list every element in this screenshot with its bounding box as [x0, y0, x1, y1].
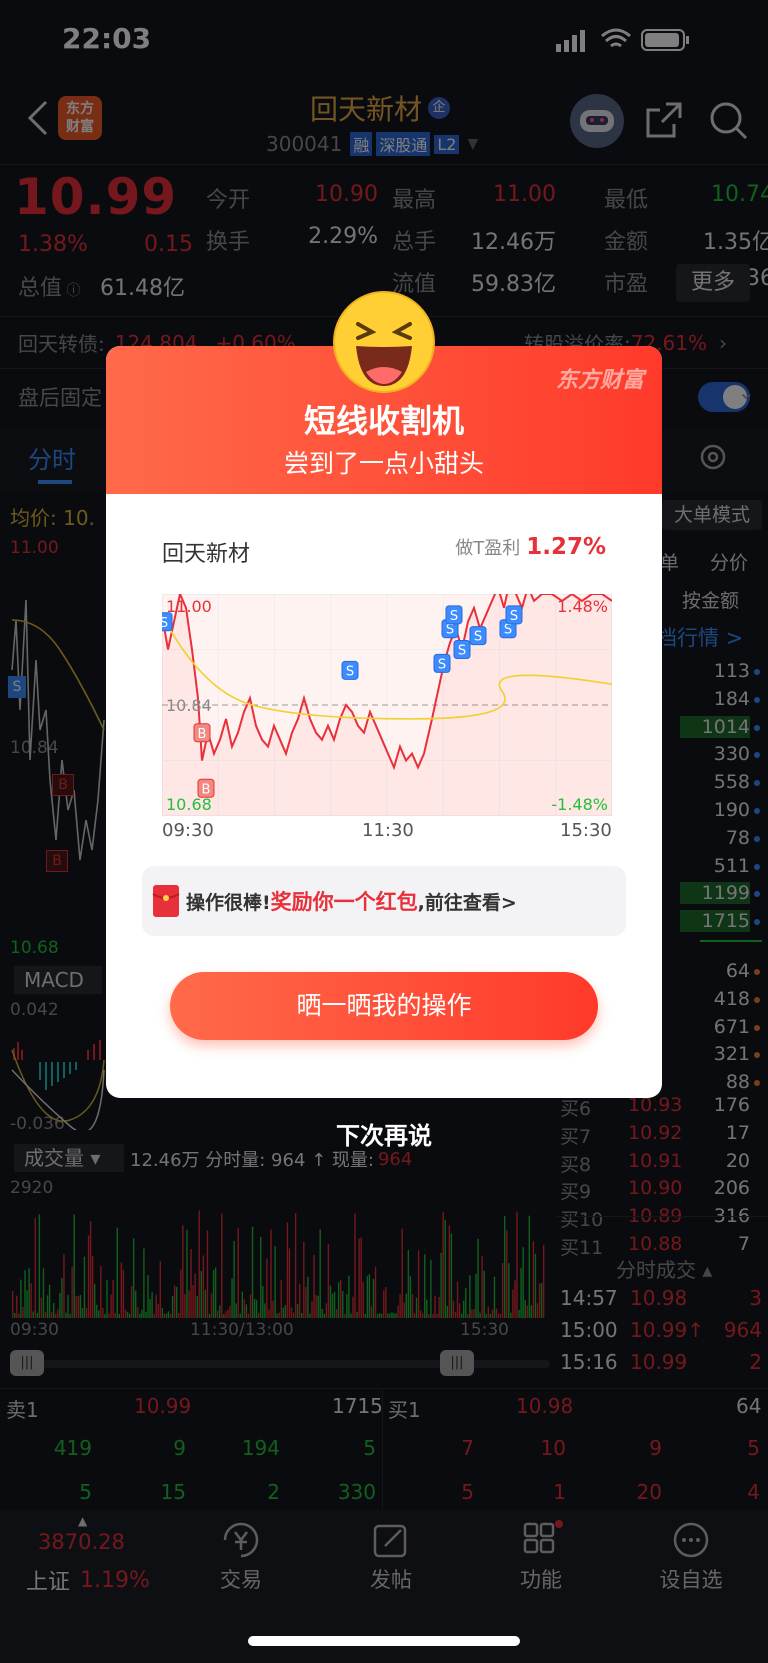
sell-marker: S — [505, 605, 523, 625]
banner-text-post: ,前往查看> — [417, 891, 517, 914]
buy-marker: B — [193, 723, 211, 743]
chart-axis-label: 11.00 — [166, 597, 212, 616]
laughing-emoji-icon — [333, 291, 435, 393]
modal-intraday-chart: SBBS SSSSS SS11.0010.8410.681.48%-1.48% — [162, 594, 612, 816]
svg-text:S: S — [510, 609, 518, 624]
sell-marker: S — [445, 605, 463, 625]
modal-subtitle: 尝到了一点小甜头 — [283, 449, 484, 478]
svg-text:B: B — [198, 727, 207, 742]
chart-axis-label: 10.84 — [166, 696, 212, 715]
achievement-modal: 东方财富 短线收割机 尝到了一点小甜头 回天新材 做T盈利 1.27% SBBS… — [106, 346, 662, 1098]
dismiss-later-button[interactable]: 下次再说 — [0, 1116, 768, 1151]
svg-text:S: S — [346, 664, 354, 679]
svg-text:S: S — [450, 609, 458, 624]
svg-text:S: S — [446, 623, 454, 638]
sell-marker: S — [433, 653, 451, 673]
sell-marker: S — [469, 626, 487, 646]
svg-text:S: S — [458, 644, 466, 659]
modal-time-end: 15:30 — [560, 820, 612, 841]
svg-text:S: S — [474, 630, 482, 645]
modal-title: 短线收割机 — [303, 402, 464, 440]
modal-stock-name: 回天新材 — [162, 542, 251, 567]
svg-text:S: S — [504, 623, 512, 638]
app-screen: 22:03 东方财富 回天新材 企 300041 融 深股通 L2 ▼ 10.9… — [0, 0, 768, 1663]
modal-time-start: 09:30 — [162, 820, 214, 841]
svg-text:S: S — [162, 616, 168, 631]
chart-axis-label: 1.48% — [557, 597, 608, 616]
sell-marker: S — [341, 660, 359, 680]
profit-label: 做T盈利 — [455, 538, 521, 559]
svg-text:S: S — [438, 657, 446, 672]
banner-text-pre: 操作很棒! — [186, 891, 271, 914]
profit-value: 1.27% — [526, 534, 606, 560]
red-packet-banner[interactable]: 操作很棒! 奖励你一个红包 ,前往查看> — [142, 866, 626, 936]
share-operation-button[interactable]: 晒一晒我的操作 — [170, 972, 598, 1040]
chart-axis-label: 10.68 — [166, 795, 212, 814]
sell-marker: S — [453, 640, 471, 659]
brand-watermark: 东方财富 — [555, 368, 644, 393]
home-indicator — [248, 1636, 520, 1646]
red-envelope-icon — [152, 885, 180, 917]
modal-time-mid: 11:30 — [362, 820, 414, 841]
profit-row: 做T盈利 1.27% — [455, 534, 606, 560]
chart-axis-label: -1.48% — [551, 795, 608, 814]
banner-text-highlight: 奖励你一个红包 — [270, 890, 418, 914]
